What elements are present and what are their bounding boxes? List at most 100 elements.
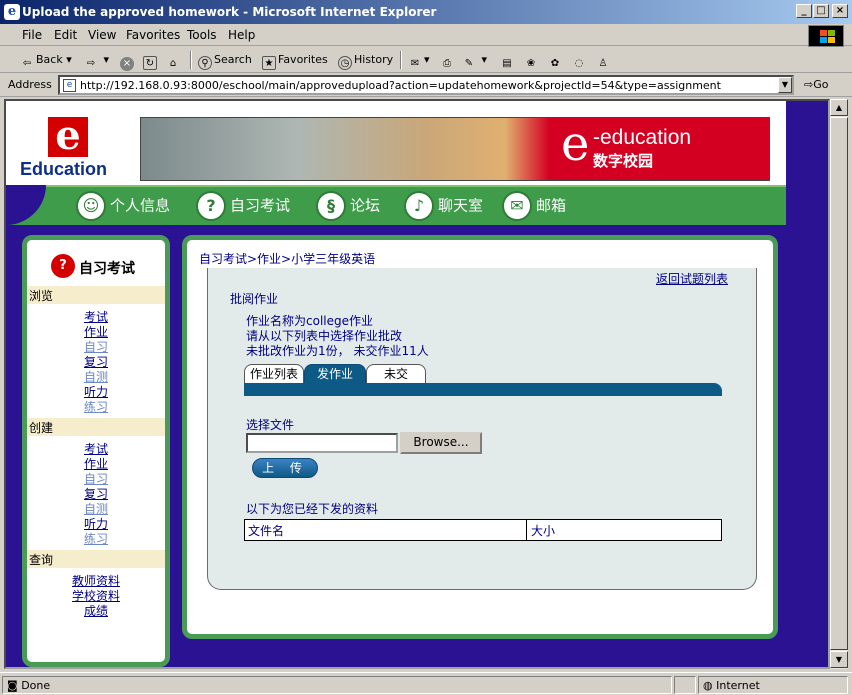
history-icon: ◷	[338, 56, 352, 70]
web-page: e Education e -education 数字校园 ☺ 个人信息 ? 自习考…	[4, 99, 830, 669]
status-bar: ◙ Done ◍ Internet	[0, 672, 852, 695]
favorites-button[interactable]: ★ Favorites	[262, 53, 328, 70]
nav-mailbox[interactable]: ✉ 邮箱	[502, 191, 566, 221]
maximize-button[interactable]: □	[813, 4, 829, 18]
user-button[interactable]: ♙	[596, 53, 612, 71]
back-arrow-icon: ⇦	[22, 58, 32, 69]
sidebar-create-practice[interactable]: 练习	[27, 530, 165, 547]
mail-icon: ✉	[502, 191, 532, 221]
exam-icon: ?	[51, 254, 75, 278]
menu-file[interactable]: File	[22, 28, 42, 42]
refresh-button[interactable]: ↻	[143, 53, 159, 70]
page-icon: e	[63, 79, 76, 92]
window-title: Upload the approved homework - Microsoft…	[22, 5, 437, 19]
back-to-list-link[interactable]: 返回试题列表	[656, 270, 728, 287]
research-button[interactable]: ❀	[524, 53, 540, 71]
nav-forum[interactable]: § 论坛	[316, 191, 380, 221]
nav-self-study-exam[interactable]: ? 自习考试	[196, 191, 290, 221]
user-icon: ♙	[598, 58, 608, 69]
scroll-thumb[interactable]	[830, 117, 848, 650]
globe-icon: ◍	[703, 679, 713, 692]
go-arrow-icon: ⇨	[804, 78, 814, 91]
column-header-size: 大小	[531, 524, 556, 538]
menu-edit[interactable]: Edit	[54, 28, 77, 42]
tab-homework-list[interactable]: 作业列表	[244, 364, 304, 384]
home-icon: ⌂	[169, 58, 177, 69]
mail-button[interactable]: ✉ ▾	[408, 53, 430, 71]
person-icon: ☺	[76, 191, 106, 221]
file-path-input[interactable]	[246, 433, 398, 453]
tab-underline-bar	[244, 383, 722, 396]
stop-icon: ×	[120, 57, 134, 71]
sidebar-section-browse: 浏览	[27, 286, 165, 304]
stop-button[interactable]: ×	[120, 53, 136, 71]
address-label: Address	[8, 78, 52, 91]
browse-button[interactable]: Browse...	[400, 432, 482, 454]
choose-file-label: 选择文件	[246, 418, 295, 432]
forward-button[interactable]: ⇨ ▾	[84, 53, 109, 71]
chat-button[interactable]: ◌	[572, 53, 588, 71]
sent-materials-title: 以下为您已经下发的资料	[246, 502, 379, 516]
sidebar-browse-practice[interactable]: 练习	[27, 398, 165, 415]
windows-logo-icon	[808, 25, 844, 47]
toolbar: ⇦ Back ▾ ⇨ ▾ × ↻ ⌂ ⚲ Search ★ Favorites ◷ Hi…	[0, 47, 852, 73]
banner-brand: -education	[593, 126, 692, 149]
section-title: 批阅作业	[230, 292, 279, 306]
print-button[interactable]: ⎙	[440, 53, 456, 71]
sent-files-table: 文件名 大小	[244, 519, 722, 541]
minimize-button[interactable]: _	[796, 4, 812, 18]
menu-bar: File Edit View Favorites Tools Help	[0, 24, 852, 46]
scroll-down-button[interactable]: ▼	[830, 651, 848, 668]
window-title-bar[interactable]: e Upload the approved homework - Microso…	[0, 0, 852, 24]
edit-button[interactable]: ✎ ▾	[462, 53, 487, 71]
menu-view[interactable]: View	[88, 28, 116, 42]
sidebar-section-create: 创建	[27, 418, 165, 436]
go-button[interactable]: ⇨Go	[804, 78, 828, 91]
sidebar-query-grades[interactable]: 成绩	[27, 602, 165, 619]
refresh-icon: ↻	[143, 56, 157, 70]
nav-chatroom[interactable]: ♪ 聊天室	[404, 191, 483, 221]
counts-text: 未批改作业为1份， 未交作业11人	[246, 344, 429, 358]
messenger-button[interactable]: ✿	[548, 53, 564, 71]
menu-favorites[interactable]: Favorites	[126, 28, 180, 42]
address-dropdown-button[interactable]: ▼	[778, 77, 792, 93]
logo-text: Education	[20, 159, 108, 179]
tab-not-submitted[interactable]: 未交	[366, 364, 426, 384]
vertical-scrollbar[interactable]: ▲ ▼	[830, 99, 848, 669]
nav-personal-info[interactable]: ☺ 个人信息	[76, 191, 170, 221]
status-text-panel: ◙ Done	[2, 676, 672, 694]
menu-tools[interactable]: Tools	[187, 28, 217, 42]
close-button[interactable]: ×	[832, 4, 848, 18]
status-panel	[674, 676, 696, 694]
upload-button[interactable]: 上 传	[252, 458, 318, 478]
address-url: http://192.168.0.93:8000/eschool/main/ap…	[80, 79, 721, 92]
home-button[interactable]: ⌂	[166, 53, 182, 71]
site-nav: ☺ 个人信息 ? 自习考试 § 论坛 ♪ 聊天室 ✉ 邮箱	[6, 185, 786, 225]
main-panel: 自习考试>作业>小学三年级英语 返回试题列表 批阅作业 作业名称为college…	[182, 235, 778, 639]
menu-help[interactable]: Help	[228, 28, 255, 42]
mail-icon: ✉	[410, 58, 420, 69]
search-button[interactable]: ⚲ Search	[198, 53, 252, 70]
sidebar-header: ? 自习考试	[27, 240, 165, 284]
tab-send-homework[interactable]: 发作业	[304, 364, 366, 384]
toolbar-separator	[400, 51, 402, 69]
messenger-icon: ✿	[550, 58, 560, 69]
ie-icon: e	[4, 4, 20, 20]
column-header-filename: 文件名	[245, 520, 527, 540]
sidebar-title: 自习考试	[79, 261, 135, 277]
favorites-icon: ★	[262, 56, 276, 70]
banner-e: e	[561, 117, 590, 172]
exam-icon: ?	[196, 191, 226, 221]
back-button[interactable]: ⇦ Back ▾	[20, 53, 72, 71]
search-icon: ⚲	[198, 56, 212, 70]
history-button[interactable]: ◷ History	[338, 53, 393, 70]
discuss-button[interactable]: ▤	[500, 53, 516, 71]
toolbar-separator	[190, 51, 192, 69]
page-done-icon: ◙	[7, 679, 18, 692]
address-bar: Address e http://192.168.0.93:8000/escho…	[0, 73, 852, 97]
scroll-up-button[interactable]: ▲	[830, 99, 848, 116]
chat-icon: ◌	[574, 58, 584, 69]
sidebar: ? 自习考试 浏览 考试 作业 自习 复习 自测 听力 练习 创建 考试 作业 …	[22, 235, 170, 667]
address-input[interactable]: e http://192.168.0.93:8000/eschool/main/…	[58, 75, 794, 95]
print-icon: ⎙	[443, 58, 451, 69]
